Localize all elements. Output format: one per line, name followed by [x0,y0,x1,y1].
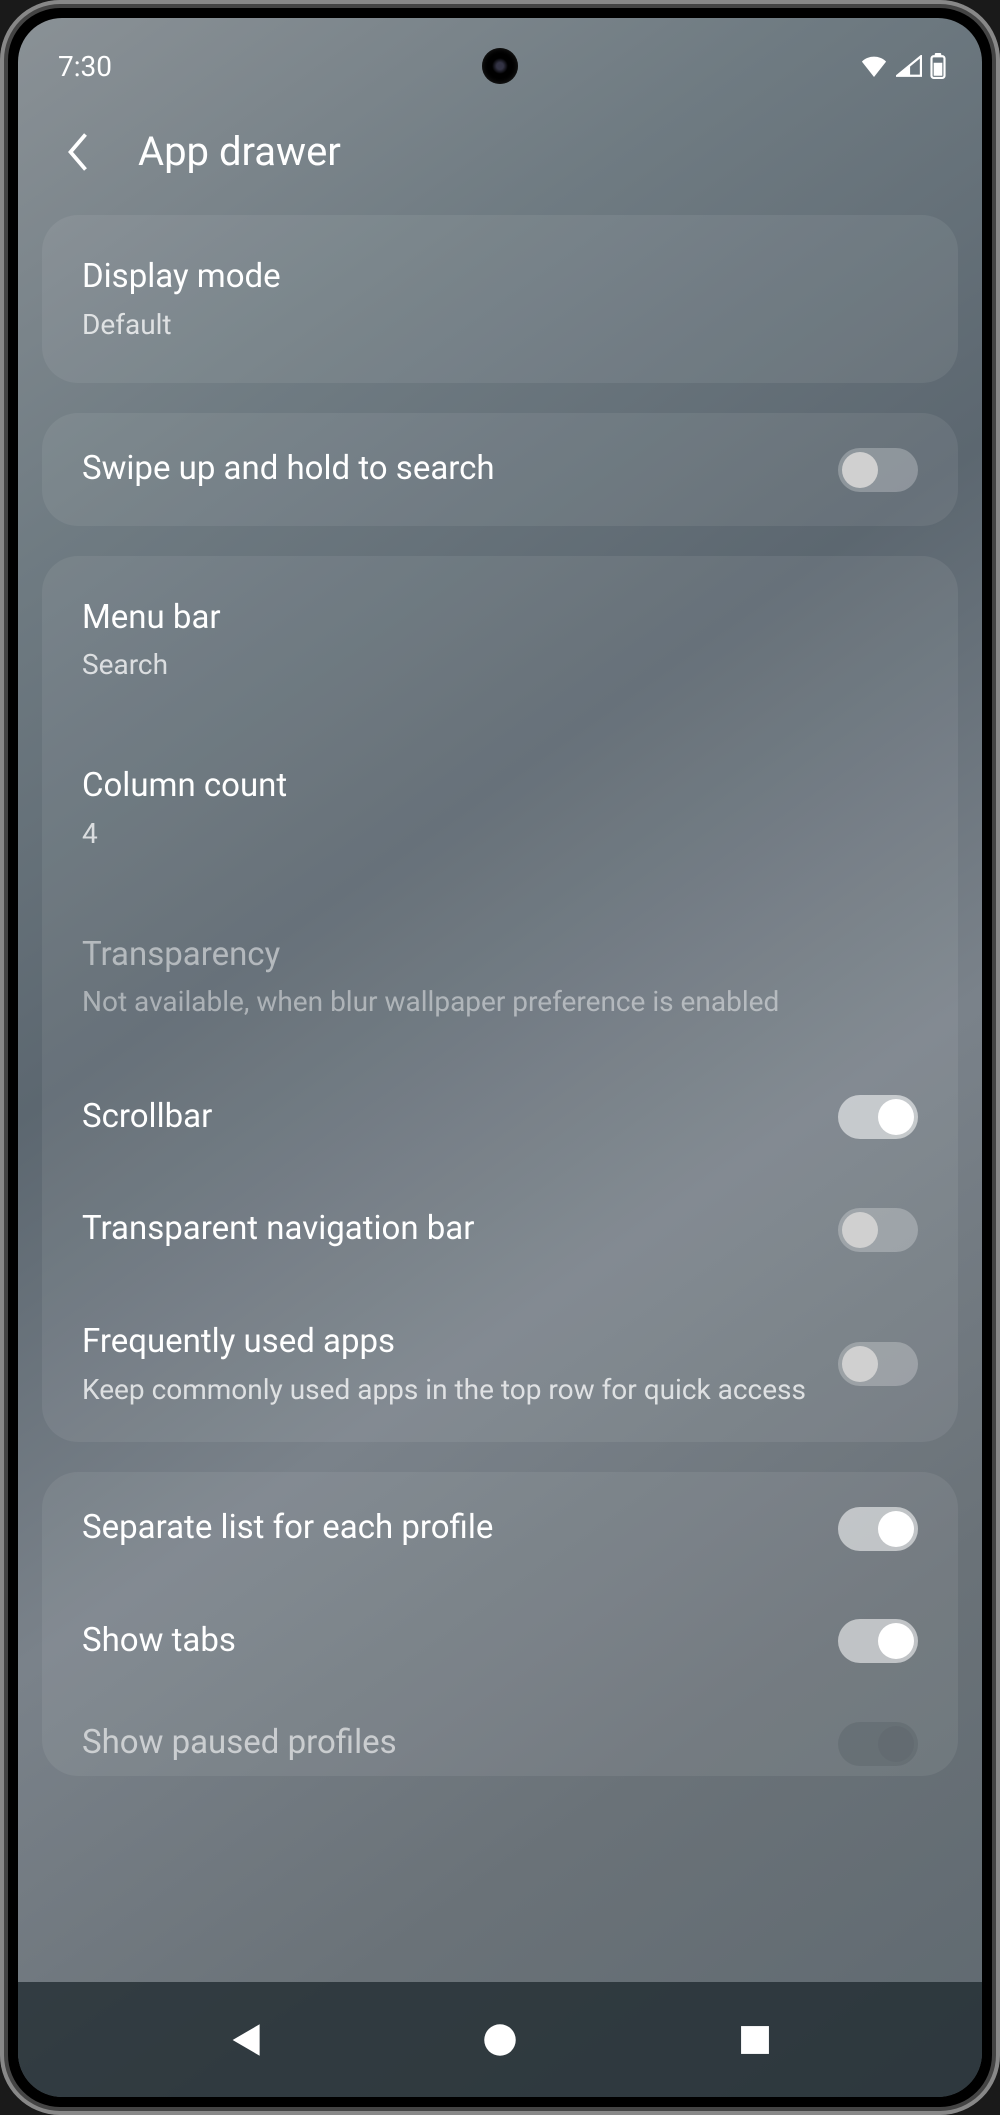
phone-frame: 7:30 App drawer Display mode Default [0,0,1000,2115]
setting-title: Column count [82,764,918,809]
setting-title: Menu bar [82,596,918,641]
back-button[interactable] [58,132,98,172]
setting-text: Show paused profiles [82,1721,818,1766]
toggle-show-paused[interactable] [838,1722,918,1766]
screen: 7:30 App drawer Display mode Default [18,18,982,2097]
settings-card: Swipe up and hold to search [42,413,958,526]
setting-value: Search [82,646,918,684]
setting-title: Scrollbar [82,1095,818,1140]
setting-separate-list[interactable]: Separate list for each profile [42,1472,958,1585]
wifi-icon [860,55,888,77]
square-recent-icon [740,2025,770,2055]
signal-icon [896,55,922,77]
status-icons [860,53,946,79]
toggle-swipe-search[interactable] [838,448,918,492]
toggle-knob [878,1511,914,1547]
settings-card: Display mode Default [42,215,958,383]
android-nav-bar [18,1982,982,2097]
setting-show-paused[interactable]: Show paused profiles [42,1697,958,1776]
toggle-knob [878,1099,914,1135]
setting-title: Swipe up and hold to search [82,447,818,492]
toggle-frequently-used[interactable] [838,1342,918,1386]
setting-title: Transparent navigation bar [82,1207,818,1252]
setting-frequently-used[interactable]: Frequently used apps Keep commonly used … [42,1286,958,1442]
setting-text: Display mode Default [82,255,918,343]
setting-text: Column count 4 [82,764,918,852]
page-header: App drawer [18,88,982,215]
chevron-left-icon [65,132,91,172]
setting-sub: Not available, when blur wallpaper prefe… [82,983,918,1021]
setting-text: Transparent navigation bar [82,1207,818,1252]
setting-text: Scrollbar [82,1095,818,1140]
setting-text: Menu bar Search [82,596,918,684]
toggle-knob [842,452,878,488]
setting-transparency: Transparency Not available, when blur wa… [42,893,958,1061]
setting-title: Display mode [82,255,918,300]
setting-title: Show tabs [82,1619,818,1664]
setting-text: Separate list for each profile [82,1506,818,1551]
setting-swipe-search[interactable]: Swipe up and hold to search [42,413,958,526]
settings-card: Separate list for each profile Show tabs… [42,1472,958,1776]
triangle-back-icon [228,2022,262,2058]
setting-title: Show paused profiles [82,1721,818,1766]
camera-notch [482,48,518,84]
settings-content[interactable]: Display mode Default Swipe up and hold t… [18,215,982,2064]
battery-icon [930,53,946,79]
toggle-knob [842,1212,878,1248]
setting-display-mode[interactable]: Display mode Default [42,215,958,383]
nav-home-button[interactable] [480,2020,520,2060]
toggle-knob [842,1346,878,1382]
nav-back-button[interactable] [225,2020,265,2060]
setting-scrollbar[interactable]: Scrollbar [42,1061,958,1174]
nav-recent-button[interactable] [735,2020,775,2060]
setting-value: Default [82,306,918,344]
setting-title: Transparency [82,933,918,978]
settings-card: Menu bar Search Column count 4 Transpare… [42,556,958,1442]
setting-text: Transparency Not available, when blur wa… [82,933,918,1021]
setting-text: Swipe up and hold to search [82,447,818,492]
toggle-separate-list[interactable] [838,1507,918,1551]
toggle-transparent-nav[interactable] [838,1208,918,1252]
setting-column-count[interactable]: Column count 4 [42,724,958,892]
toggle-show-tabs[interactable] [838,1619,918,1663]
status-time: 7:30 [58,50,112,83]
setting-text: Show tabs [82,1619,818,1664]
setting-transparent-nav[interactable]: Transparent navigation bar [42,1173,958,1286]
setting-sub: Keep commonly used apps in the top row f… [82,1371,818,1409]
setting-title: Separate list for each profile [82,1506,818,1551]
circle-home-icon [482,2022,518,2058]
setting-title: Frequently used apps [82,1320,818,1365]
setting-menu-bar[interactable]: Menu bar Search [42,556,958,724]
page-title: App drawer [138,128,341,175]
setting-show-tabs[interactable]: Show tabs [42,1585,958,1698]
setting-text: Frequently used apps Keep commonly used … [82,1320,818,1408]
setting-value: 4 [82,815,918,853]
toggle-scrollbar[interactable] [838,1095,918,1139]
toggle-knob [878,1623,914,1659]
toggle-knob [878,1726,914,1762]
